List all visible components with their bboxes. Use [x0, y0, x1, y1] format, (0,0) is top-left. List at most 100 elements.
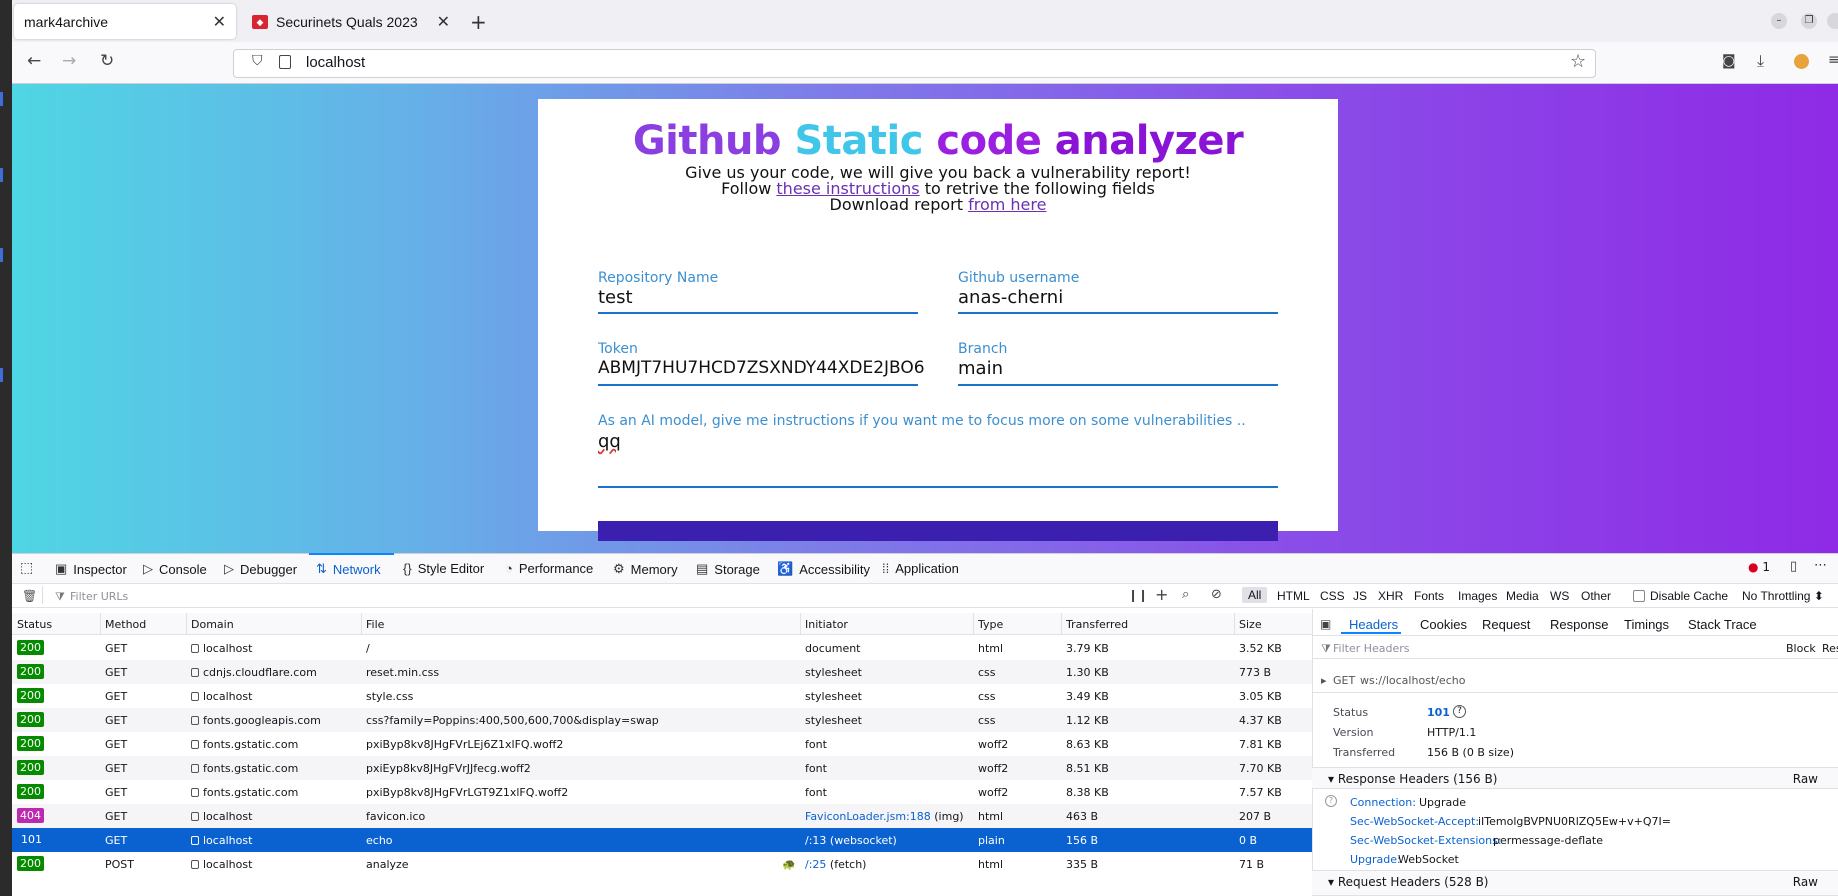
submit-button[interactable]	[598, 521, 1278, 541]
github-username-field[interactable]: Github username anas-cherni	[958, 270, 1278, 314]
close-tab-icon[interactable]: ✕	[437, 12, 450, 32]
tab-accessibility[interactable]: ♿ Accessibility	[777, 561, 870, 577]
filter-all[interactable]: All	[1242, 587, 1268, 603]
table-row[interactable]: 200 GET fonts.gstatic.com pxiEyp8kv8JHgF…	[12, 756, 1312, 780]
branch-field[interactable]: Branch main	[958, 341, 1278, 386]
filter-js[interactable]: JS	[1353, 589, 1367, 603]
tab-cookies[interactable]: Cookies	[1420, 617, 1467, 632]
col-initiator[interactable]: Initiator	[805, 618, 848, 631]
field-value[interactable]: qq	[598, 431, 621, 452]
raw-toggle[interactable]: Raw	[1793, 875, 1818, 889]
table-row[interactable]: 200 GET fonts.gstatic.com pxiByp8kv8JHgF…	[12, 732, 1312, 756]
tab-mark4archive[interactable]: mark4archive ✕	[14, 4, 236, 39]
dock-side-icon[interactable]: ▯	[1790, 559, 1797, 574]
col-domain[interactable]: Domain	[191, 618, 234, 631]
pocket-icon[interactable]: ◙	[1722, 53, 1736, 69]
tab-performance[interactable]: ◔ Performance	[505, 561, 593, 576]
table-row[interactable]: 200 GET localhost / document html 3.79 K…	[12, 636, 1312, 660]
table-row-selected[interactable]: 101 GET localhost echo /:13 (websocket) …	[12, 828, 1312, 852]
close-tab-icon[interactable]: ✕	[213, 12, 226, 32]
block-button[interactable]: Block	[1786, 642, 1816, 655]
col-method[interactable]: Method	[105, 618, 146, 631]
col-transferred[interactable]: Transferred	[1066, 618, 1128, 631]
tab-style-editor[interactable]: {} Style Editor	[403, 561, 484, 576]
initiator-link[interactable]: /:25	[805, 858, 826, 871]
tab-headers[interactable]: Headers	[1349, 617, 1398, 632]
tab-inspector[interactable]: ▣ Inspector	[55, 561, 127, 577]
repository-name-field[interactable]: Repository Name test	[598, 270, 918, 314]
field-value[interactable]: anas-cherni	[958, 287, 1063, 308]
add-icon[interactable]: +	[1155, 585, 1168, 604]
filter-fonts[interactable]: Fonts	[1414, 589, 1444, 603]
tab-storage[interactable]: ▤ Storage	[696, 561, 760, 577]
url-text[interactable]: localhost	[306, 54, 365, 71]
panel-toggle-icon[interactable]: ▣	[1320, 617, 1331, 631]
account-icon[interactable]	[1794, 54, 1809, 69]
throttling-select[interactable]: No Throttling ⬍	[1742, 589, 1824, 603]
tab-memory[interactable]: ⚙ Memory	[613, 561, 678, 577]
download-link[interactable]: from here	[968, 195, 1046, 214]
menu-icon[interactable]: ≡	[1828, 52, 1838, 68]
tab-timings[interactable]: Timings	[1624, 617, 1669, 632]
tab-application[interactable]: ⁞⁞ Application	[882, 561, 959, 576]
resend-button[interactable]: Res	[1822, 642, 1838, 655]
minimize-icon[interactable]: –	[1771, 13, 1787, 29]
field-value[interactable]: main	[958, 358, 1003, 379]
help-icon[interactable]: ?	[1453, 705, 1466, 718]
expand-arrow-icon[interactable]: ▸	[1321, 674, 1327, 687]
tab-stack-trace[interactable]: Stack Trace	[1688, 617, 1757, 632]
url-bar[interactable]	[233, 49, 1596, 78]
initiator-link[interactable]: FaviconLoader.jsm:188	[805, 810, 931, 823]
close-window-icon[interactable]	[1827, 13, 1838, 29]
tab-debugger[interactable]: ▷ Debugger	[224, 561, 297, 577]
raw-toggle[interactable]: Raw	[1793, 772, 1818, 786]
bookmark-star-icon[interactable]: ☆	[1570, 51, 1586, 72]
element-picker-icon[interactable]: ⬚	[20, 560, 33, 576]
block-icon[interactable]: ⊘	[1211, 587, 1222, 602]
col-type[interactable]: Type	[978, 618, 1003, 631]
back-icon[interactable]: ←	[27, 51, 41, 71]
ai-instructions-field[interactable]: As an AI model, give me instructions if …	[598, 413, 1278, 488]
token-field[interactable]: Token ABMJT7HU7HCD7ZSXNDY44XDE2JBO6	[598, 341, 925, 386]
maximize-icon[interactable]: ❐	[1801, 13, 1817, 29]
field-value[interactable]: ABMJT7HU7HCD7ZSXNDY44XDE2JBO6	[598, 358, 925, 378]
more-options-icon[interactable]: ⋯	[1814, 558, 1827, 573]
table-row[interactable]: 200 GET fonts.gstatic.com pxiByp8kv8JHgF…	[12, 780, 1312, 804]
filter-urls-input[interactable]: Filter URLs	[70, 590, 128, 603]
tab-console[interactable]: ▷ Console	[143, 561, 207, 577]
table-row[interactable]: 404 GET localhost favicon.ico FaviconLoa…	[12, 804, 1312, 828]
tab-network[interactable]: ⇅ Network	[316, 561, 381, 577]
col-file[interactable]: File	[366, 618, 384, 631]
filter-other[interactable]: Other	[1581, 589, 1611, 603]
tab-securinets[interactable]: ◆ Securinets Quals 2023 ✕	[242, 4, 460, 39]
new-tab-button[interactable]: +	[470, 10, 487, 34]
pause-icon[interactable]: ❙❙	[1128, 588, 1148, 602]
initiator-link[interactable]: /:13	[805, 834, 826, 847]
filter-ws[interactable]: WS	[1550, 589, 1569, 603]
request-url[interactable]: ws://localhost/echo	[1360, 674, 1465, 687]
error-counter[interactable]: ● 1	[1748, 560, 1770, 574]
response-headers-section[interactable]: ▾ Response Headers (156 B) Raw	[1312, 767, 1838, 789]
downloads-icon[interactable]: ⤓	[1757, 51, 1764, 71]
table-row[interactable]: 200 GET fonts.googleapis.com css?family=…	[12, 708, 1312, 732]
search-icon[interactable]: ⌕	[1182, 587, 1189, 602]
filter-xhr[interactable]: XHR	[1378, 589, 1403, 603]
table-row[interactable]: 200 POST localhost analyze 🐢 /:25 (fetch…	[12, 852, 1312, 876]
col-status[interactable]: Status	[17, 618, 52, 631]
filter-html[interactable]: HTML	[1277, 589, 1310, 603]
shield-icon[interactable]: ⛉	[252, 53, 263, 69]
table-row[interactable]: 200 GET cdnjs.cloudflare.com reset.min.c…	[12, 660, 1312, 684]
field-value[interactable]: test	[598, 287, 633, 308]
filter-headers-input[interactable]: Filter Headers	[1333, 642, 1410, 655]
trash-icon[interactable]: 🗑	[22, 589, 37, 603]
tab-response[interactable]: Response	[1550, 617, 1609, 632]
col-size[interactable]: Size	[1239, 618, 1262, 631]
filter-images[interactable]: Images	[1458, 589, 1497, 603]
tab-request[interactable]: Request	[1482, 617, 1530, 632]
filter-media[interactable]: Media	[1506, 589, 1539, 603]
help-icon[interactable]: ?	[1325, 795, 1337, 807]
table-row[interactable]: 200 GET localhost style.css stylesheet c…	[12, 684, 1312, 708]
forward-icon[interactable]: →	[62, 51, 76, 71]
request-headers-section[interactable]: ▾ Request Headers (528 B) Raw	[1312, 870, 1838, 896]
reload-icon[interactable]: ↻	[100, 51, 114, 71]
